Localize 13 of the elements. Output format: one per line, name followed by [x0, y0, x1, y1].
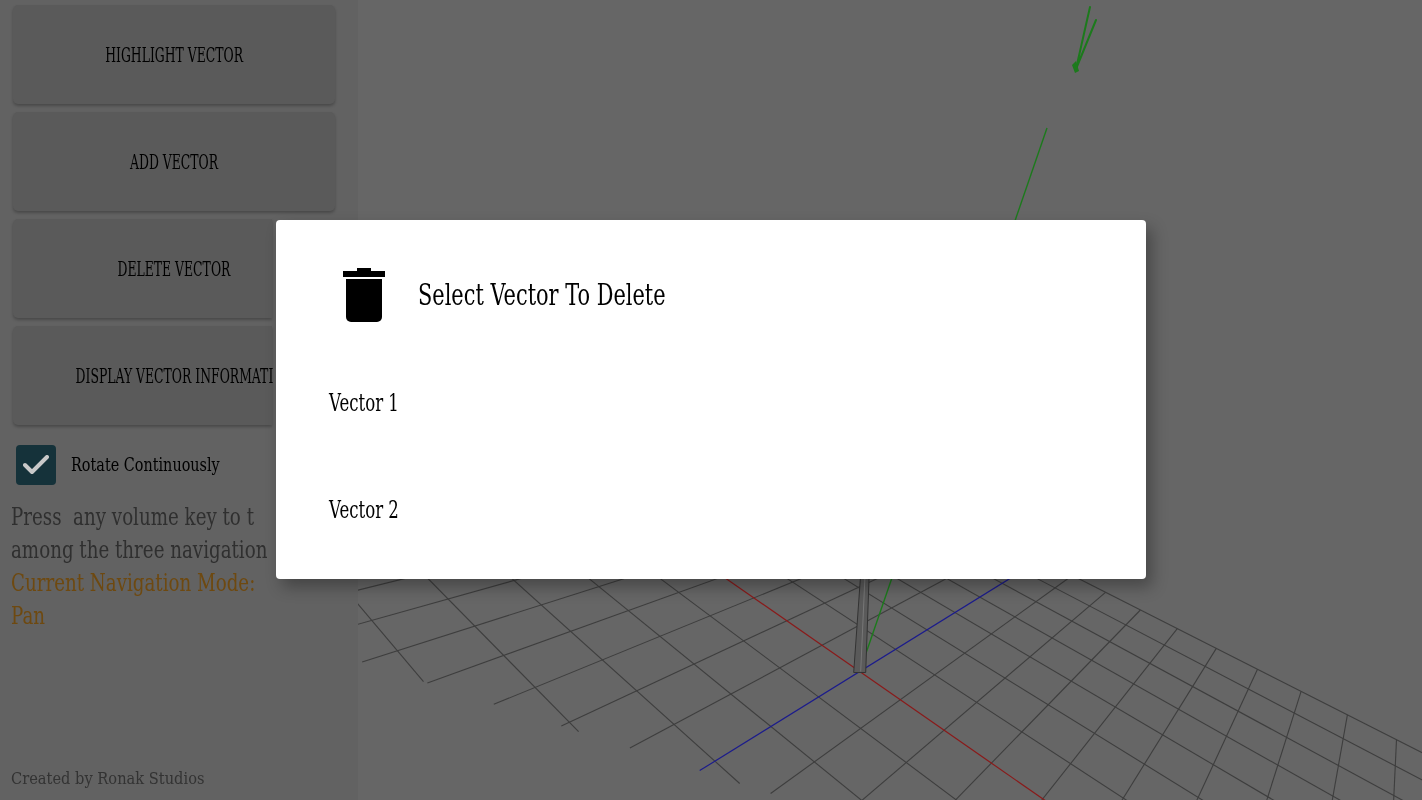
- sidebar-button[interactable]: HIGHLIGHT VECTOR: [13, 5, 335, 104]
- navigation-mode-value: Pan: [11, 601, 46, 632]
- list-item[interactable]: Vector 1: [329, 387, 399, 418]
- trash-icon: [343, 268, 385, 322]
- checkmark-icon: [23, 455, 49, 475]
- sidebar-button[interactable]: ADD VECTOR: [13, 112, 335, 211]
- sidebar-button[interactable]: DISPLAY VECTOR INFORMATI: [13, 326, 272, 425]
- checkbox-label: Rotate Continuously: [71, 453, 220, 477]
- list-item[interactable]: Vector 2: [329, 494, 399, 525]
- navigation-mode-label: Current Navigation Mode:: [11, 568, 256, 599]
- sidebar-button[interactable]: DELETE VECTOR: [13, 219, 272, 318]
- dialog-title: Select Vector To Delete: [418, 277, 666, 314]
- checkbox[interactable]: [16, 445, 56, 485]
